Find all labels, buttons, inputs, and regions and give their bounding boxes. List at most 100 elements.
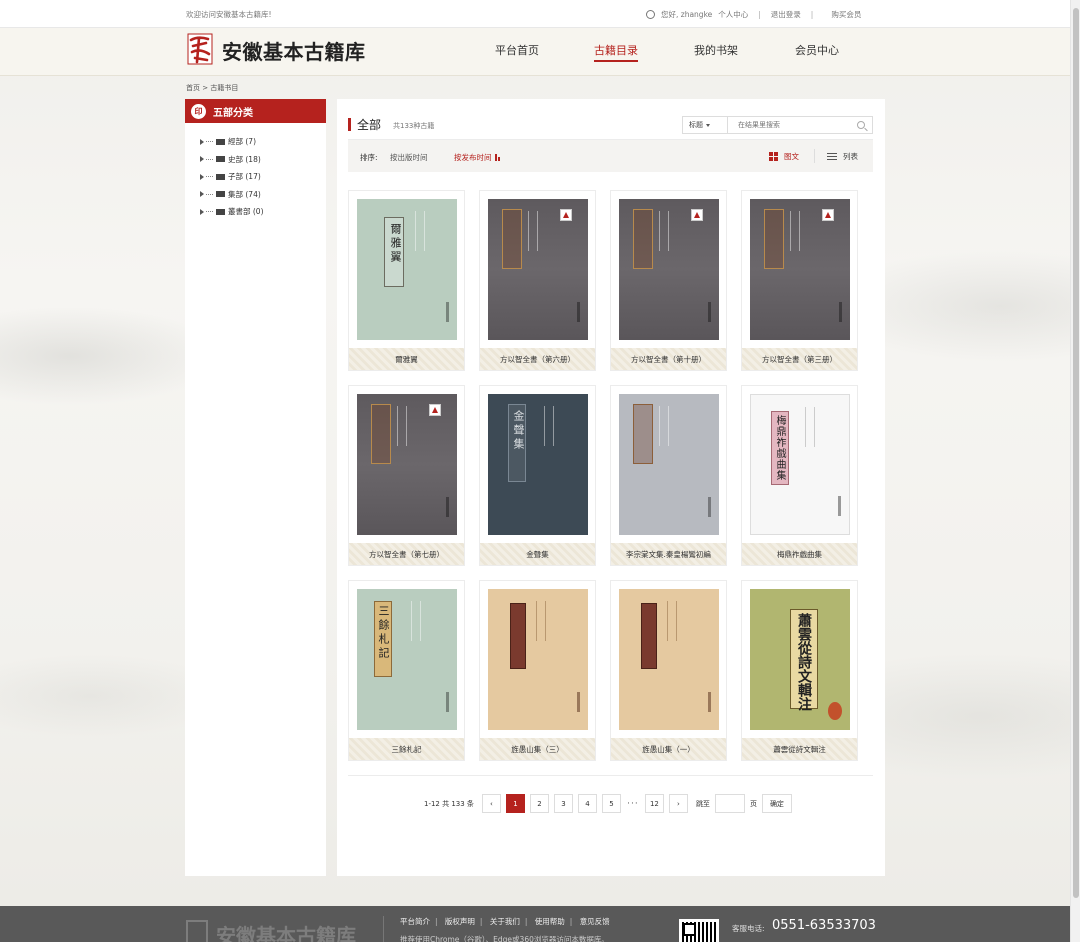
cover-title-text: 蕭雲從詩文輯注 [796, 613, 812, 711]
nav-home[interactable]: 平台首页 [495, 42, 539, 58]
nav-catalog[interactable]: 古籍目录 [594, 42, 638, 62]
sort-by-release-date[interactable]: 按发布时间 [454, 152, 500, 163]
footer-link-copyright[interactable]: 版权声明 [445, 917, 475, 926]
book-title[interactable]: 旌愚山集（一） [611, 738, 726, 760]
book-title[interactable]: 方以智全書（第六册） [480, 348, 595, 370]
page-button-3[interactable]: 3 [553, 794, 573, 813]
book-title[interactable]: 爾雅翼 [349, 348, 464, 370]
book-card[interactable]: 三餘札記 三餘札記 [348, 580, 465, 761]
book-cover[interactable]: 梅鼎祚戲曲集 [750, 394, 850, 535]
footer-link-help[interactable]: 使用帮助 [535, 917, 565, 926]
book-card[interactable]: 方以智全書（第七册） [348, 385, 465, 566]
nav-bookshelf[interactable]: 我的书架 [694, 42, 738, 58]
nav-member-center[interactable]: 会员中心 [795, 42, 839, 58]
page-jump-input[interactable] [714, 794, 745, 813]
book-cover[interactable] [488, 589, 588, 730]
book-cover[interactable]: 金聲集 [488, 394, 588, 535]
scrollbar-thumb[interactable] [1073, 8, 1079, 898]
page-button-1[interactable]: 1 [505, 794, 525, 813]
book-cover[interactable] [357, 394, 457, 535]
tree-item-label[interactable]: 叢書部 (0) [228, 206, 264, 217]
tree-item-jing[interactable]: 經部 (7) [185, 133, 326, 151]
page-button-2[interactable]: 2 [529, 794, 549, 813]
cover-title-label [371, 404, 391, 464]
result-title: 全部 [357, 118, 382, 132]
page-button-4[interactable]: 4 [577, 794, 597, 813]
page-scrollbar[interactable] [1070, 0, 1080, 942]
book-card[interactable]: 方以智全書（第十册） [610, 190, 727, 371]
book-cover[interactable] [750, 199, 850, 340]
book-card[interactable]: 金聲集 金聲集 [479, 385, 596, 566]
book-title[interactable]: 方以智全書（第三册） [742, 348, 857, 370]
page-button-5[interactable]: 5 [601, 794, 621, 813]
cover-title-text: 爾雅翼 [389, 223, 402, 265]
search-input[interactable] [728, 121, 848, 129]
book-title[interactable]: 李宗棠文集.秦皇楊鸞初編 [611, 543, 726, 565]
book-title[interactable]: 金聲集 [480, 543, 595, 565]
tree-item-congshu[interactable]: 叢書部 (0) [185, 203, 326, 221]
book-title[interactable]: 蕭雲從詩文輯注 [742, 738, 857, 760]
book-card[interactable]: 方以智全書（第六册） [479, 190, 596, 371]
expand-toggle-icon[interactable] [200, 156, 204, 163]
book-card[interactable]: 爾雅翼 爾雅翼 [348, 190, 465, 371]
book-card[interactable]: 方以智全書（第三册） [741, 190, 858, 371]
qr-code-icon [679, 919, 719, 942]
book-card[interactable]: 蕭雲從詩文輯注 蕭雲從詩文輯注 [741, 580, 858, 761]
cover-mark [708, 692, 711, 712]
tree-item-label[interactable]: 經部 (7) [228, 136, 256, 147]
confirm-jump-button[interactable]: 确定 [761, 794, 792, 813]
book-cover[interactable] [619, 394, 719, 535]
book-card[interactable]: 旌愚山集（一） [610, 580, 727, 761]
search-field-select[interactable]: 标题 [683, 117, 728, 133]
page-button-last[interactable]: 12 [644, 794, 664, 813]
breadcrumb[interactable]: 首页 > 古籍书目 [186, 83, 238, 93]
book-card[interactable]: 旌愚山集（三） [479, 580, 596, 761]
book-title[interactable]: 梅鼎祚戲曲集 [742, 543, 857, 565]
grid-icon [769, 152, 778, 161]
tree-item-shi[interactable]: 史部 (18) [185, 151, 326, 169]
site-title[interactable]: 安徽基本古籍库 [222, 36, 366, 65]
logout-link[interactable]: 退出登录 [771, 9, 801, 20]
tree-item-label[interactable]: 子部 (17) [228, 171, 261, 182]
footer-link-about-platform[interactable]: 平台简介 [400, 917, 430, 926]
expand-toggle-icon[interactable] [200, 208, 204, 215]
publisher-logo-icon [429, 404, 441, 416]
list-view-toggle[interactable]: 列表 [827, 151, 858, 162]
personal-center-link[interactable]: 个人中心 [718, 9, 748, 20]
expand-toggle-icon[interactable] [200, 138, 204, 145]
search-box: 标题 [682, 116, 873, 134]
logo-seal-icon[interactable] [186, 30, 214, 68]
next-page-button[interactable]: › [668, 794, 688, 813]
footer-logo-text: 安徽基本古籍库 [216, 924, 356, 942]
tree-item-ji[interactable]: 集部 (74) [185, 186, 326, 204]
expand-toggle-icon[interactable] [200, 191, 204, 198]
book-cover[interactable] [619, 589, 719, 730]
cover-ornament [790, 211, 800, 251]
sort-by-publish-date[interactable]: 按出版时间 [390, 152, 428, 163]
buy-membership-link[interactable]: 购买会员 [831, 9, 861, 20]
book-card[interactable]: 梅鼎祚戲曲集 梅鼎祚戲曲集 [741, 385, 858, 566]
footer-link-feedback[interactable]: 意见反馈 [580, 917, 610, 926]
book-title[interactable]: 三餘札記 [349, 738, 464, 760]
book-cover[interactable] [488, 199, 588, 340]
book-cover[interactable]: 蕭雲從詩文輯注 [750, 589, 850, 730]
tree-item-label[interactable]: 集部 (74) [228, 189, 261, 200]
cover-title-text: 梅鼎祚戲曲集 [774, 415, 785, 481]
footer-link-about-us[interactable]: 关于我们 [490, 917, 520, 926]
book-title[interactable]: 方以智全書（第十册） [611, 348, 726, 370]
book-cover[interactable]: 爾雅翼 [357, 199, 457, 340]
search-icon[interactable] [857, 121, 865, 129]
tree-item-zi[interactable]: 子部 (17) [185, 168, 326, 186]
book-cover[interactable]: 三餘札記 [357, 589, 457, 730]
sort-label: 排序: [360, 153, 378, 162]
book-cover[interactable] [619, 199, 719, 340]
book-card[interactable]: 李宗棠文集.秦皇楊鸞初編 [610, 385, 727, 566]
prev-page-button[interactable]: ‹ [481, 794, 501, 813]
grid-view-toggle[interactable]: 图文 [769, 151, 799, 162]
book-title[interactable]: 旌愚山集（三） [480, 738, 595, 760]
cover-ornament [544, 406, 554, 446]
cover-title-label [764, 209, 784, 269]
expand-toggle-icon[interactable] [200, 173, 204, 180]
tree-item-label[interactable]: 史部 (18) [228, 154, 261, 165]
book-title[interactable]: 方以智全書（第七册） [349, 543, 464, 565]
